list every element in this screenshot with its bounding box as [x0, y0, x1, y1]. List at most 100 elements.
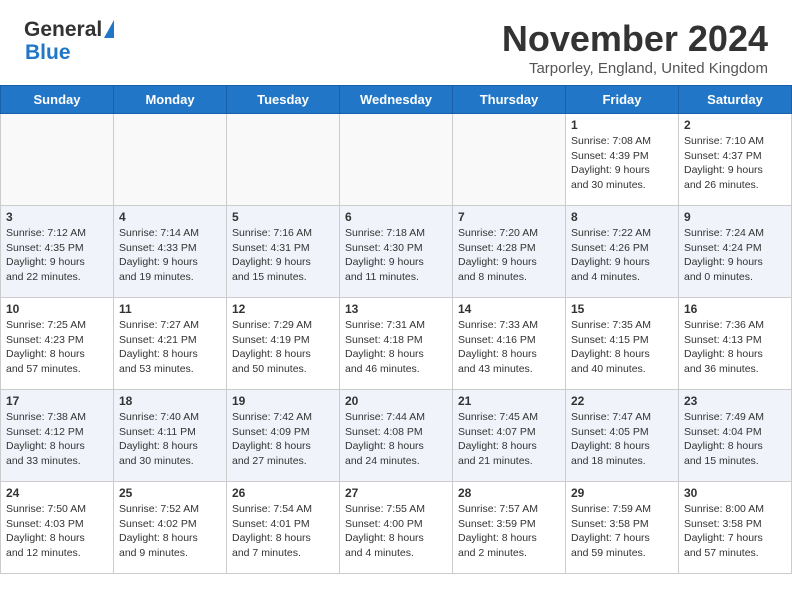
calendar-cell: 25 Sunrise: 7:52 AM Sunset: 4:02 PM Dayli… [114, 482, 227, 574]
day-info: Sunrise: 7:52 AM Sunset: 4:02 PM Dayligh… [119, 502, 221, 561]
day-number: 30 [684, 486, 786, 500]
calendar-cell: 1Sunrise: 7:08 AM Sunset: 4:39 PM Daylig… [566, 114, 679, 206]
day-info: Sunrise: 7:18 AM Sunset: 4:30 PM Dayligh… [345, 226, 447, 285]
calendar-cell: 8 Sunrise: 7:22 AM Sunset: 4:26 PM Daylig… [566, 206, 679, 298]
weekday-header-wednesday: Wednesday [340, 86, 453, 114]
day-number: 10 [6, 302, 108, 316]
day-info: Sunrise: 7:12 AM Sunset: 4:35 PM Dayligh… [6, 226, 108, 285]
day-number: 4 [119, 210, 221, 224]
calendar-cell [114, 114, 227, 206]
day-number: 27 [345, 486, 447, 500]
day-number: 8 [571, 210, 673, 224]
day-number: 20 [345, 394, 447, 408]
calendar-cell: 16Sunrise: 7:36 AM Sunset: 4:13 PM Dayli… [679, 298, 792, 390]
day-number: 7 [458, 210, 560, 224]
page-header: General Blue November 2024 Tarporley, En… [0, 0, 792, 85]
calendar-cell: 3Sunrise: 7:12 AM Sunset: 4:35 PM Daylig… [1, 206, 114, 298]
calendar-cell: 21Sunrise: 7:45 AM Sunset: 4:07 PM Dayli… [453, 390, 566, 482]
day-number: 25 [119, 486, 221, 500]
calendar-cell: 26 Sunrise: 7:54 AM Sunset: 4:01 PM Dayli… [227, 482, 340, 574]
calendar-cell: 4 Sunrise: 7:14 AM Sunset: 4:33 PM Daylig… [114, 206, 227, 298]
weekday-header-sunday: Sunday [1, 86, 114, 114]
calendar-cell [340, 114, 453, 206]
calendar-cell: 18 Sunrise: 7:40 AM Sunset: 4:11 PM Dayli… [114, 390, 227, 482]
day-info: Sunrise: 7:25 AM Sunset: 4:23 PM Dayligh… [6, 318, 108, 377]
day-number: 23 [684, 394, 786, 408]
location-subtitle: Tarporley, England, United Kingdom [502, 60, 768, 77]
calendar-cell: 20 Sunrise: 7:44 AM Sunset: 4:08 PM Dayli… [340, 390, 453, 482]
weekday-header-friday: Friday [566, 86, 679, 114]
day-info: Sunrise: 7:35 AM Sunset: 4:15 PM Dayligh… [571, 318, 673, 377]
calendar-cell: 9 Sunrise: 7:24 AM Sunset: 4:24 PM Daylig… [679, 206, 792, 298]
day-number: 2 [684, 118, 786, 132]
calendar-table: SundayMondayTuesdayWednesdayThursdayFrid… [0, 85, 792, 574]
calendar-cell: 14 Sunrise: 7:33 AM Sunset: 4:16 PM Dayli… [453, 298, 566, 390]
calendar-cell [453, 114, 566, 206]
weekday-header-monday: Monday [114, 86, 227, 114]
day-number: 19 [232, 394, 334, 408]
month-title: November 2024 [502, 18, 768, 60]
day-info: Sunrise: 7:38 AM Sunset: 4:12 PM Dayligh… [6, 410, 108, 469]
day-info: Sunrise: 7:42 AM Sunset: 4:09 PM Dayligh… [232, 410, 334, 469]
day-info: Sunrise: 7:44 AM Sunset: 4:08 PM Dayligh… [345, 410, 447, 469]
day-number: 9 [684, 210, 786, 224]
day-number: 6 [345, 210, 447, 224]
day-number: 11 [119, 302, 221, 316]
calendar-cell: 19 Sunrise: 7:42 AM Sunset: 4:09 PM Dayli… [227, 390, 340, 482]
day-info: Sunrise: 7:57 AM Sunset: 3:59 PM Dayligh… [458, 502, 560, 561]
calendar-week-row: 10 Sunrise: 7:25 AM Sunset: 4:23 PM Dayli… [1, 298, 792, 390]
day-info: Sunrise: 7:29 AM Sunset: 4:19 PM Dayligh… [232, 318, 334, 377]
calendar-cell: 24Sunrise: 7:50 AM Sunset: 4:03 PM Dayli… [1, 482, 114, 574]
day-number: 18 [119, 394, 221, 408]
calendar-cell: 17 Sunrise: 7:38 AM Sunset: 4:12 PM Dayli… [1, 390, 114, 482]
day-number: 14 [458, 302, 560, 316]
day-info: Sunrise: 7:10 AM Sunset: 4:37 PM Dayligh… [684, 134, 786, 193]
calendar-cell: 2 Sunrise: 7:10 AM Sunset: 4:37 PM Daylig… [679, 114, 792, 206]
day-number: 5 [232, 210, 334, 224]
calendar-week-row: 17 Sunrise: 7:38 AM Sunset: 4:12 PM Dayli… [1, 390, 792, 482]
calendar-cell: 30 Sunrise: 8:00 AM Sunset: 3:58 PM Dayli… [679, 482, 792, 574]
day-info: Sunrise: 7:33 AM Sunset: 4:16 PM Dayligh… [458, 318, 560, 377]
weekday-header-thursday: Thursday [453, 86, 566, 114]
day-info: Sunrise: 7:40 AM Sunset: 4:11 PM Dayligh… [119, 410, 221, 469]
calendar-cell: 22Sunrise: 7:47 AM Sunset: 4:05 PM Dayli… [566, 390, 679, 482]
title-block: November 2024 Tarporley, England, United… [502, 18, 768, 77]
day-number: 17 [6, 394, 108, 408]
day-number: 1 [571, 118, 673, 132]
day-number: 28 [458, 486, 560, 500]
day-info: Sunrise: 7:47 AM Sunset: 4:05 PM Dayligh… [571, 410, 673, 469]
logo: General Blue [24, 18, 114, 64]
day-number: 26 [232, 486, 334, 500]
day-number: 16 [684, 302, 786, 316]
day-info: Sunrise: 7:31 AM Sunset: 4:18 PM Dayligh… [345, 318, 447, 377]
calendar-cell: 7 Sunrise: 7:20 AM Sunset: 4:28 PM Daylig… [453, 206, 566, 298]
day-number: 13 [345, 302, 447, 316]
weekday-header-saturday: Saturday [679, 86, 792, 114]
calendar-cell: 29 Sunrise: 7:59 AM Sunset: 3:58 PM Dayli… [566, 482, 679, 574]
day-number: 15 [571, 302, 673, 316]
logo-text-blue: Blue [25, 41, 114, 64]
day-info: Sunrise: 7:27 AM Sunset: 4:21 PM Dayligh… [119, 318, 221, 377]
calendar-cell [227, 114, 340, 206]
day-info: Sunrise: 7:22 AM Sunset: 4:26 PM Dayligh… [571, 226, 673, 285]
day-info: Sunrise: 7:24 AM Sunset: 4:24 PM Dayligh… [684, 226, 786, 285]
logo-triangle-icon [104, 20, 114, 38]
day-info: Sunrise: 7:54 AM Sunset: 4:01 PM Dayligh… [232, 502, 334, 561]
day-info: Sunrise: 7:50 AM Sunset: 4:03 PM Dayligh… [6, 502, 108, 561]
day-number: 29 [571, 486, 673, 500]
day-info: Sunrise: 7:20 AM Sunset: 4:28 PM Dayligh… [458, 226, 560, 285]
logo-text-general: General [24, 18, 102, 41]
calendar-cell [1, 114, 114, 206]
calendar-cell: 27Sunrise: 7:55 AM Sunset: 4:00 PM Dayli… [340, 482, 453, 574]
calendar-body: 1Sunrise: 7:08 AM Sunset: 4:39 PM Daylig… [1, 114, 792, 574]
day-info: Sunrise: 7:59 AM Sunset: 3:58 PM Dayligh… [571, 502, 673, 561]
calendar-cell: 6 Sunrise: 7:18 AM Sunset: 4:30 PM Daylig… [340, 206, 453, 298]
day-info: Sunrise: 7:45 AM Sunset: 4:07 PM Dayligh… [458, 410, 560, 469]
day-info: Sunrise: 7:16 AM Sunset: 4:31 PM Dayligh… [232, 226, 334, 285]
day-info: Sunrise: 8:00 AM Sunset: 3:58 PM Dayligh… [684, 502, 786, 561]
calendar-week-row: 3Sunrise: 7:12 AM Sunset: 4:35 PM Daylig… [1, 206, 792, 298]
day-info: Sunrise: 7:49 AM Sunset: 4:04 PM Dayligh… [684, 410, 786, 469]
calendar-header-row: SundayMondayTuesdayWednesdayThursdayFrid… [1, 86, 792, 114]
day-info: Sunrise: 7:14 AM Sunset: 4:33 PM Dayligh… [119, 226, 221, 285]
calendar-cell: 28 Sunrise: 7:57 AM Sunset: 3:59 PM Dayli… [453, 482, 566, 574]
